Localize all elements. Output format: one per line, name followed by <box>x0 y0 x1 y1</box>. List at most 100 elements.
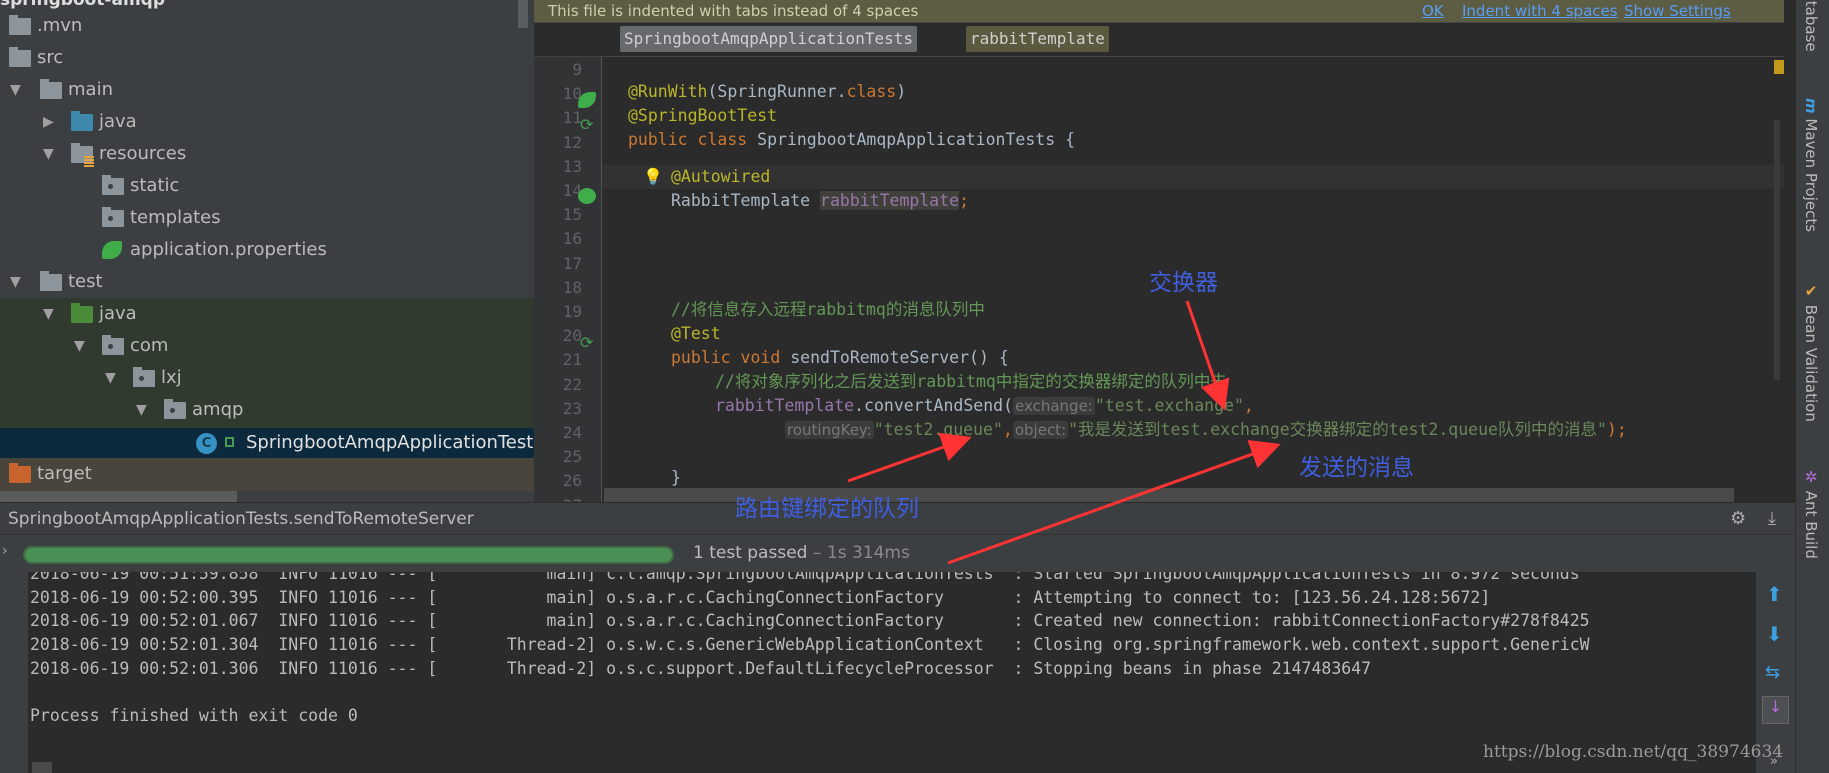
tree-item-application-properties[interactable]: application.properties <box>0 234 534 266</box>
code-token: , <box>1002 420 1013 439</box>
chevron-down-icon[interactable]: ▼ <box>136 394 147 426</box>
tree-item-lxj[interactable]: ▼ lxj <box>0 362 534 394</box>
annotation-autowired: @Autowired <box>671 167 771 186</box>
tree-label: java <box>99 303 137 324</box>
test-status: 1 test passed <box>693 543 808 563</box>
test-duration: – 1s 314ms <box>813 543 910 563</box>
tool-window-ant-build[interactable]: ✲ Ant Build <box>1802 468 1820 559</box>
editor-scrollbar[interactable] <box>1774 120 1780 380</box>
maven-label: Maven Projects <box>1802 118 1820 233</box>
tree-label: templates <box>130 207 221 228</box>
line-number: 18 <box>562 277 582 297</box>
line-number-gutter: 9101112131415161718192021222324252627 ⟳ … <box>534 57 602 502</box>
annotation-routing: 路由键绑定的队列 <box>735 496 919 522</box>
test-progress-bar <box>23 546 674 564</box>
annotation-exchange: 交换器 <box>1149 270 1218 296</box>
chevron-down-icon[interactable]: ▼ <box>43 138 54 170</box>
breadcrumb-field[interactable]: rabbitTemplate <box>966 26 1109 52</box>
code-token: , <box>1243 396 1254 415</box>
code-token: ; <box>959 191 970 210</box>
console-line: 2018-06-19 00:52:00.395 INFO 11016 --- [… <box>30 587 1491 607</box>
tree-item-target[interactable]: target <box>0 458 534 491</box>
tree-item-test[interactable]: ▼ test <box>0 266 534 298</box>
code-token: RabbitTemplate <box>671 191 821 210</box>
scroll-to-end-icon[interactable]: ↓ <box>1762 696 1789 724</box>
chevron-down-icon[interactable]: ▼ <box>43 298 54 330</box>
tree-label: com <box>130 335 169 356</box>
show-settings-link[interactable]: Show Settings <box>1624 0 1731 22</box>
method-declaration: sendToRemoteServer() { <box>790 348 1009 367</box>
chevron-down-icon[interactable]: ▼ <box>105 362 116 394</box>
package-icon <box>133 367 155 387</box>
arrow-up-icon[interactable]: ⬆ <box>1766 582 1783 606</box>
spring-bean-icon[interactable] <box>578 92 596 108</box>
console-line: 2018-06-19 00:52:01.306 INFO 11016 --- [… <box>30 658 1372 678</box>
tree-item-main[interactable]: ▼ main <box>0 74 534 106</box>
soft-wrap-icon[interactable]: ⇆ <box>1765 662 1780 683</box>
tree-item-test-class[interactable]: C SpringbootAmqpApplicationTest <box>0 428 534 458</box>
tree-item-com[interactable]: ▼ com <box>0 330 534 362</box>
tree-item-templates[interactable]: templates <box>0 202 534 234</box>
code-token: rabbitTemplate <box>715 396 855 415</box>
code-token: ); <box>1606 420 1627 439</box>
chevron-down-icon[interactable]: ▼ <box>10 74 21 106</box>
chevron-down-icon[interactable]: ▼ <box>74 330 85 362</box>
tree-item-test-java[interactable]: ▼ java <box>0 298 534 330</box>
gear-icon[interactable]: ⚙ <box>1730 503 1746 535</box>
folder-icon <box>102 207 124 227</box>
tool-window-bean-validation[interactable]: ✔ Bean Validation <box>1802 282 1820 422</box>
run-test-icon[interactable]: ⟳ <box>580 333 593 352</box>
lightbulb-icon[interactable]: 💡 <box>643 167 663 186</box>
tool-window-database[interactable]: Database <box>1802 0 1820 52</box>
annotation-runwith: @RunWith <box>628 82 708 101</box>
warning-marker[interactable] <box>1774 60 1784 74</box>
notification-message: This file is indented with tabs instead … <box>548 2 919 20</box>
tree-label: test <box>68 271 103 292</box>
breadcrumb: SpringbootAmqpApplicationTests rabbitTem… <box>534 22 1784 57</box>
watermark: https://blog.csdn.net/qq_38974634 <box>1483 742 1784 762</box>
ok-link[interactable]: OK <box>1422 0 1444 22</box>
tree-item-src[interactable]: src <box>0 42 534 74</box>
tree-item-amqp[interactable]: ▼ amqp <box>0 394 534 426</box>
indent-with-spaces-link[interactable]: Indent with 4 spaces <box>1462 0 1618 22</box>
horizontal-scrollbar[interactable] <box>0 491 237 502</box>
expand-icon[interactable]: › <box>2 543 8 559</box>
run-test-icon[interactable]: ⟳ <box>580 115 593 134</box>
autowired-bean-icon[interactable] <box>578 188 596 204</box>
line-number: 23 <box>562 398 582 418</box>
code-editor[interactable]: This file is indented with tabs instead … <box>534 0 1784 502</box>
line-number: 25 <box>562 447 582 467</box>
folder-icon <box>102 175 124 195</box>
arrow-down-icon[interactable]: ⬇ <box>1766 622 1783 646</box>
tree-item-mvn[interactable]: .mvn <box>0 10 534 42</box>
code-token: .convertAndSend( <box>854 396 1014 415</box>
chevron-down-icon[interactable]: ▼ <box>10 266 21 298</box>
line-number: 21 <box>562 350 582 370</box>
chevron-right-icon[interactable]: ▶ <box>43 106 54 138</box>
param-hint-routingkey: routingKey: <box>785 421 874 439</box>
console-line: Process finished with exit code 0 <box>30 706 358 726</box>
hide-panel-icon[interactable]: ⤓ <box>1768 503 1776 535</box>
breadcrumb-class[interactable]: SpringbootAmqpApplicationTests <box>620 26 917 52</box>
tree-item-resources[interactable]: ▼ resources <box>0 138 534 170</box>
tool-window-maven[interactable]: m Maven Projects <box>1802 98 1820 232</box>
annotation-springboottest: @SpringBootTest <box>628 106 778 125</box>
progress-fill <box>25 548 672 562</box>
right-tool-strip: Database m Maven Projects ✔ Bean Validat… <box>1795 0 1829 773</box>
code-token: class <box>846 82 897 101</box>
project-tree: springboot-amqp .mvn src ▼ main ▶ java ▼ re… <box>0 0 534 502</box>
tree-label: application.properties <box>130 239 327 260</box>
line-number: 9 <box>572 60 582 79</box>
console-line: 2018-06-19 00:52:01.304 INFO 11016 --- [… <box>30 635 1590 655</box>
current-line-highlight <box>602 165 1784 189</box>
string-exchange: "test.exchange" <box>1094 396 1244 415</box>
resources-marker-icon <box>84 156 94 167</box>
code-line: public class SpringbootAmqpApplicationTe… <box>628 128 1075 152</box>
code-token: public class <box>628 130 758 149</box>
field-rabbittemplate: rabbitTemplate <box>820 191 960 210</box>
tree-item-java[interactable]: ▶ java <box>0 106 534 138</box>
excluded-folder-icon <box>9 463 31 483</box>
tree-item-static[interactable]: static <box>0 170 534 202</box>
line-number: 11 <box>562 108 582 128</box>
indent-notification-bar: This file is indented with tabs instead … <box>534 0 1784 22</box>
